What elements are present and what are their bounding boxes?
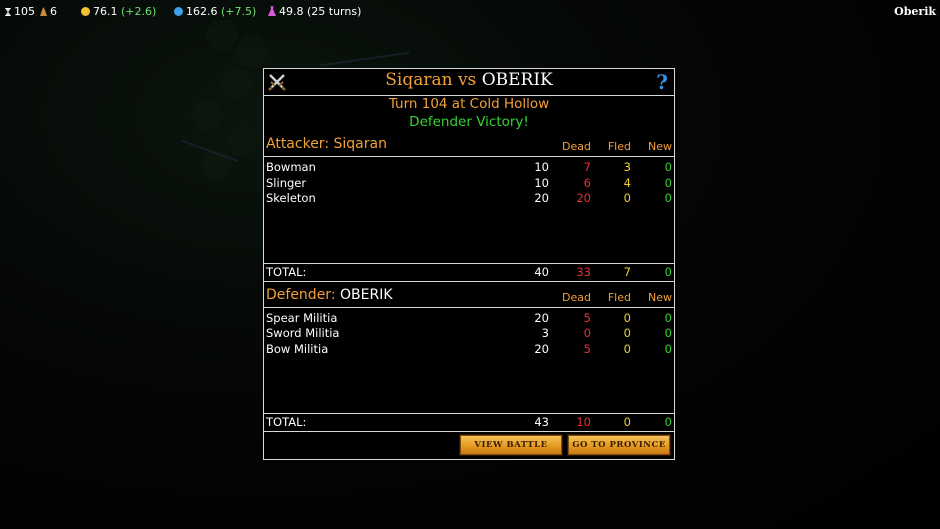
gold-income: (+2.6) [121, 5, 157, 18]
population-icon [40, 7, 47, 16]
dead-column-header: Dead [562, 291, 591, 304]
unit-row: Bow Militia 20 5 0 0 [266, 342, 672, 356]
mana-counter: 162.6 (+7.5) [174, 5, 256, 18]
defender-name: OBERIK [340, 287, 393, 303]
fled-column-header: Fled [607, 140, 631, 153]
turn-counter: 105 [5, 5, 35, 18]
help-button[interactable]: ? [656, 70, 668, 94]
attacker-heading: Attacker: Siqaran [266, 136, 387, 152]
dialog-title: Siqaran vs OBERIK [264, 70, 674, 90]
unit-row: Slinger 10 6 4 0 [266, 176, 672, 190]
unit-row: Sword Militia 3 0 0 0 [266, 326, 672, 340]
mana-orb-icon [174, 7, 183, 16]
defender-title-name: OBERIK [481, 70, 553, 90]
go-to-province-button[interactable]: GO TO PROVINCE [568, 435, 670, 455]
defender-total-row: TOTAL: 43 10 0 0 [264, 413, 674, 432]
defender-heading: Defender: OBERIK [266, 287, 393, 303]
resource-bar: 105 6 76.1 (+2.6) 162.6 (+7.5) 49.8 (25 … [0, 0, 940, 22]
dead-column-header: Dead [562, 140, 591, 153]
new-column-header: New [648, 140, 672, 153]
unit-row: Skeleton 20 20 0 0 [266, 191, 672, 205]
attacker-title-name: Siqaran [385, 70, 453, 90]
unit-row: Spear Militia 20 5 0 0 [266, 311, 672, 325]
mana-income: (+7.5) [221, 5, 257, 18]
defender-section-header: Defender: OBERIK Dead Fled New [264, 287, 674, 308]
dialog-title-bar: Siqaran vs OBERIK ? [264, 69, 674, 96]
battle-report-dialog: Siqaran vs OBERIK ? Turn 104 at Cold Hol… [263, 68, 675, 460]
attacker-total-row: TOTAL: 40 33 7 0 [264, 263, 674, 282]
versus-label: vs [457, 70, 477, 90]
research-counter: 49.8 (25 turns) [268, 5, 361, 18]
unit-row: Bowman 10 7 3 0 [266, 160, 672, 174]
attacker-section-header: Attacker: Siqaran Dead Fled New [264, 136, 674, 157]
population-counter: 6 [40, 5, 57, 18]
gold-counter: 76.1 (+2.6) [81, 5, 156, 18]
new-column-header: New [648, 291, 672, 304]
turn-location: Turn 104 at Cold Hollow [388, 96, 550, 112]
view-battle-button[interactable]: VIEW BATTLE [460, 435, 562, 455]
gold-coin-icon [81, 7, 90, 16]
attacker-name: Siqaran [333, 136, 387, 152]
battle-result: Defender Victory! [409, 114, 529, 130]
research-flask-icon [268, 6, 276, 16]
player-name[interactable]: Oberik [894, 5, 936, 18]
hourglass-icon [5, 8, 11, 16]
fled-column-header: Fled [607, 291, 631, 304]
